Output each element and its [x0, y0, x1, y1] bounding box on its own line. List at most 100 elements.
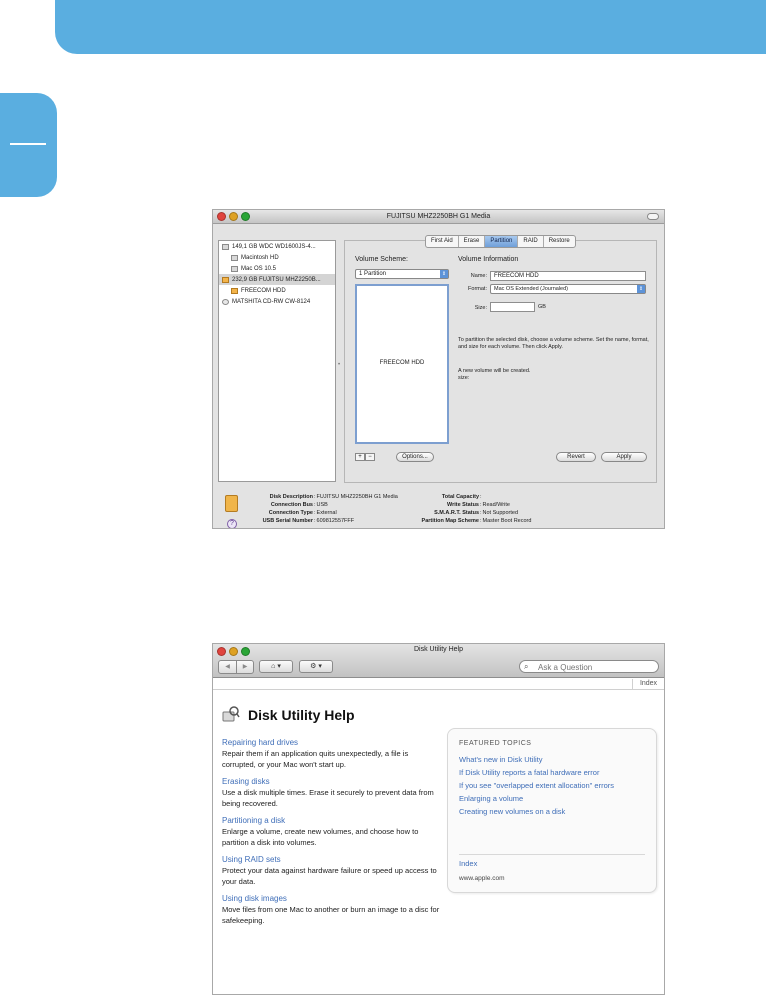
external-volume-icon	[231, 287, 238, 294]
disk-info-key: S.M.A.R.T. Status	[434, 510, 479, 516]
side-tab-dash	[10, 143, 46, 145]
disk-list-item-label: 149,1 GB WDC WD1600JS-4...	[232, 243, 316, 250]
minimize-button[interactable]	[229, 212, 238, 221]
disk-info-value: External	[316, 510, 337, 516]
close-button[interactable]	[217, 212, 226, 221]
partition-instructions: To partition the selected disk, choose a…	[458, 337, 649, 350]
header-banner	[55, 0, 766, 54]
index-link[interactable]: Index	[632, 679, 664, 689]
disk-info-key: USB Serial Number	[262, 518, 313, 524]
help-toolbar: Disk Utility Help ◀ ▶ ⌂ ▾ ⚙ ▾ ⌕	[213, 644, 664, 678]
disk-list-item[interactable]: FREECOM HDD	[219, 285, 335, 296]
featured-topic-link[interactable]: Creating new volumes on a disk	[459, 807, 653, 817]
help-topic-link[interactable]: Using disk images	[222, 893, 442, 904]
split-view-handle[interactable]: •	[338, 362, 342, 368]
disk-list-item[interactable]: MATSHITA CD-RW CW-8124	[219, 296, 335, 307]
toolbar-toggle-button[interactable]	[647, 213, 659, 220]
home-icon[interactable]: ⌂ ▾	[259, 660, 293, 673]
featured-topics-box: FEATURED TOPICS What's new in Disk Utili…	[447, 728, 657, 893]
help-topic-link[interactable]: Partitioning a disk	[222, 815, 442, 826]
partition-block-label: FREECOM HDD	[379, 360, 425, 366]
disk-list-item-label: FREECOM HDD	[241, 287, 286, 294]
search-field[interactable]: ⌕	[519, 660, 659, 673]
disk-list-item[interactable]: Mac OS 10.5	[219, 263, 335, 274]
disk-info-row: Partition Map Scheme:Master Boot Record	[387, 518, 532, 525]
apply-button[interactable]: Apply	[601, 452, 647, 462]
disk-info-key: Connection Bus	[270, 502, 313, 508]
revert-button[interactable]: Revert	[556, 452, 596, 462]
featured-topic-link[interactable]: Enlarging a volume	[459, 794, 653, 804]
size-label: Size:	[474, 305, 487, 311]
disk-list[interactable]: 149,1 GB WDC WD1600JS-4... Macintosh HD Ma…	[218, 240, 336, 482]
navigation-buttons: ◀ ▶	[218, 660, 254, 674]
help-topic-description: Protect your data against hardware failu…	[222, 866, 437, 886]
featured-index-link[interactable]: Index	[459, 859, 477, 868]
ask-question-input[interactable]	[538, 662, 648, 672]
index-bar: Index	[213, 679, 664, 690]
tab-partition[interactable]: Partition	[485, 236, 519, 247]
window-title: FUJITSU MHZ2250BH G1 Media	[386, 213, 491, 220]
help-topic-description: Use a disk multiple times. Erase it secu…	[222, 788, 434, 808]
disk-info-area: ? Disk Description:FUJITSU MHZ2250BH G1 …	[213, 486, 664, 528]
help-heading: Disk Utility Help	[248, 707, 355, 723]
disk-info-row: Disk Description:FUJITSU MHZ2250BH G1 Me…	[233, 494, 398, 501]
new-volume-text: A new volume will be created.	[458, 368, 531, 374]
help-topic-description: Move files from one Mac to another or bu…	[222, 905, 440, 925]
size-field[interactable]	[490, 302, 535, 312]
partition-layout[interactable]: FREECOM HDD	[355, 284, 449, 444]
help-topic-description: Enlarge a volume, create new volumes, an…	[222, 827, 419, 847]
tab-first-aid[interactable]: First Aid	[426, 236, 459, 247]
disk-info-value: Not Supported	[482, 510, 518, 516]
help-topic: Erasing disks Use a disk multiple times. …	[222, 776, 442, 809]
size-text: size:	[458, 375, 470, 381]
disk-info-key: Disk Description	[269, 494, 313, 500]
search-icon: ⌕	[524, 662, 529, 671]
add-partition-button[interactable]: +	[355, 453, 365, 461]
tab-raid[interactable]: RAID	[518, 236, 544, 247]
help-window: Disk Utility Help ◀ ▶ ⌂ ▾ ⚙ ▾ ⌕ Index Di…	[212, 643, 665, 995]
volume-icon	[231, 265, 238, 272]
tab-erase[interactable]: Erase	[459, 236, 486, 247]
featured-topic-link[interactable]: If Disk Utility reports a fatal hardware…	[459, 768, 653, 778]
help-topic: Using RAID sets Protect your data against…	[222, 854, 442, 887]
help-topic-link[interactable]: Erasing disks	[222, 776, 442, 787]
help-topic-link[interactable]: Repairing hard drives	[222, 737, 442, 748]
remove-partition-button[interactable]: −	[365, 453, 375, 461]
disk-info-value: 609812557FFF	[316, 518, 355, 524]
volume-scheme-value: 1 Partition	[359, 271, 387, 277]
disk-list-item[interactable]: 232,9 GB FUJITSU MHZ2250B...	[219, 274, 335, 285]
hard-disk-icon	[222, 243, 229, 250]
volume-scheme-label: Volume Scheme:	[355, 256, 408, 263]
featured-topic-link[interactable]: What's new in Disk Utility	[459, 755, 653, 765]
back-arrow-icon[interactable]: ◀	[219, 661, 236, 673]
help-topic-description: Repair them if an application quits unex…	[222, 749, 409, 769]
name-label: Name:	[470, 273, 487, 279]
disk-utility-window: FUJITSU MHZ2250BH G1 Media 149,1 GB WDC …	[212, 209, 665, 529]
options-button[interactable]: Options...	[396, 452, 434, 462]
disk-info-value: Read/Write	[482, 502, 510, 508]
external-disk-icon	[222, 276, 229, 283]
help-topic: Repairing hard drives Repair them if an a…	[222, 737, 442, 770]
disk-info-key: Total Capacity	[441, 494, 479, 500]
disk-info-row: USB Serial Number:609812557FFF	[233, 518, 355, 525]
size-unit: GB	[538, 304, 546, 310]
forward-arrow-icon[interactable]: ▶	[236, 661, 253, 673]
help-topic-link[interactable]: Using RAID sets	[222, 854, 442, 865]
featured-topic-link[interactable]: If you see "overlapped extent allocation…	[459, 781, 653, 791]
help-window-title: Disk Utility Help	[413, 646, 463, 653]
apple-website-link[interactable]: www.apple.com	[459, 875, 505, 882]
volume-icon	[231, 254, 238, 261]
zoom-button[interactable]	[241, 212, 250, 221]
featured-divider	[459, 854, 645, 855]
name-field[interactable]: FREECOM HDD	[490, 271, 646, 281]
cd-drive-icon	[222, 298, 229, 305]
disk-list-item[interactable]: 149,1 GB WDC WD1600JS-4...	[219, 241, 335, 252]
disk-list-item[interactable]: Macintosh HD	[219, 252, 335, 263]
disk-info-key: Partition Map Scheme	[421, 518, 479, 524]
gear-icon[interactable]: ⚙ ▾	[299, 660, 333, 673]
tab-restore[interactable]: Restore	[544, 236, 575, 247]
format-select[interactable]: Mac OS Extended (Journaled) ⇕	[490, 284, 646, 294]
help-topic: Using disk images Move files from one Mac…	[222, 893, 442, 926]
disk-utility-icon	[222, 706, 240, 722]
volume-scheme-select[interactable]: 1 Partition ⇕	[355, 269, 449, 279]
